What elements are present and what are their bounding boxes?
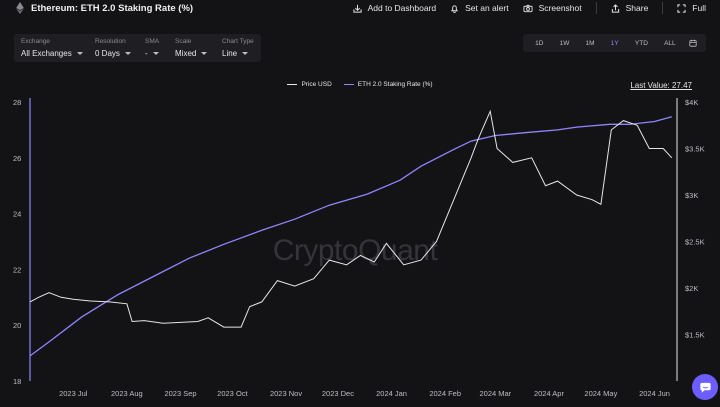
x-tick-label: 2024 Apr (534, 389, 565, 398)
x-tick-label: 2023 Oct (217, 389, 248, 398)
add-to-dashboard-label: Add to Dashboard (367, 3, 437, 13)
y-left-tick-label: 18 (13, 377, 21, 386)
ethereum-icon (16, 2, 24, 14)
share-button[interactable]: Share (611, 3, 649, 13)
chevron-down-icon (201, 52, 208, 55)
screenshot-label: Screenshot (538, 3, 582, 13)
y-right-tick-label: $3K (685, 191, 698, 200)
header-divider (662, 2, 664, 14)
add-to-dashboard-button[interactable]: Add to Dashboard (352, 3, 437, 13)
scale-value: Mixed (175, 49, 197, 58)
exchange-label: Exchange (21, 38, 50, 45)
resolution-label: Resolution (95, 38, 126, 45)
time-range-selector: 1D 1W 1M 1Y YTD ALL (523, 34, 706, 52)
chart-type-value: Line (222, 49, 238, 58)
bell-icon (451, 4, 459, 13)
fullscreen-label: Full (692, 3, 706, 13)
y-left-tick-label: 20 (13, 321, 21, 330)
legend-swatch-price (287, 83, 298, 86)
title-wrap: Ethereum: ETH 2.0 Staking Rate (%) (15, 2, 193, 14)
page-title: Ethereum: ETH 2.0 Staking Rate (%) (31, 2, 194, 14)
screenshot-button[interactable]: Screenshot (523, 3, 582, 13)
y-left-tick-label: 28 (13, 98, 21, 107)
x-tick-label: 2024 May (584, 389, 617, 398)
legend-item-price[interactable]: Price USD (287, 81, 332, 88)
chevron-down-icon (76, 52, 83, 55)
share-label: Share (625, 3, 649, 13)
range-1w-button[interactable]: 1W (557, 38, 573, 49)
x-tick-label: 2024 Jun (639, 389, 670, 398)
y-left-tick-label: 26 (13, 154, 21, 163)
y-left-tick-label: 22 (13, 265, 21, 274)
x-tick-label: 2023 Nov (270, 389, 302, 398)
x-tick-label: 2023 Aug (111, 389, 143, 398)
exchange-select[interactable]: Exchange All Exchanges (14, 34, 88, 62)
sma-select[interactable]: SMA - (138, 34, 168, 62)
y-right-tick-label: $4K (685, 98, 698, 107)
y-right-tick-label: $1.5K (685, 331, 705, 340)
resolution-value: 0 Days (95, 49, 120, 58)
scale-label: Scale (175, 38, 192, 45)
x-tick-label: 2023 Jul (59, 389, 88, 398)
chart-area: CryptoQuant 182022242628$1.5K$2K$2.5K$3K… (13, 98, 705, 398)
help-chat-button[interactable] (692, 374, 718, 400)
header-divider (595, 2, 597, 14)
exchange-value: All Exchanges (21, 49, 72, 58)
y-left-tick-label: 24 (13, 210, 21, 219)
set-alert-label: Set an alert (465, 3, 509, 13)
dashboard-add-icon (352, 4, 362, 13)
range-ytd-button[interactable]: YTD (632, 38, 651, 49)
chart-legend: Price USD ETH 2.0 Staking Rate (%) (0, 81, 720, 88)
fullscreen-icon (677, 3, 686, 13)
scale-select[interactable]: Scale Mixed (168, 34, 215, 62)
y-right-tick-label: $3.5K (685, 145, 705, 154)
chevron-down-icon (152, 52, 159, 55)
x-tick-label: 2024 Feb (429, 389, 461, 398)
set-alert-button[interactable]: Set an alert (450, 3, 509, 13)
fullscreen-button[interactable]: Full (677, 3, 706, 13)
last-value-readout: Last Value: 27.47 (630, 81, 692, 90)
y-right-tick-label: $2.5K (685, 238, 705, 247)
legend-label-price: Price USD (301, 81, 332, 88)
calendar-icon[interactable] (689, 39, 697, 47)
sma-value: - (145, 49, 148, 58)
resolution-select[interactable]: Resolution 0 Days (88, 34, 138, 62)
sma-label: SMA (145, 38, 160, 45)
range-1m-button[interactable]: 1M (583, 38, 598, 49)
x-tick-label: 2024 Mar (480, 389, 512, 398)
chart-type-select[interactable]: Chart Type Line (215, 34, 261, 62)
range-1d-button[interactable]: 1D (532, 38, 546, 49)
legend-item-staking-rate[interactable]: ETH 2.0 Staking Rate (%) (343, 81, 433, 88)
camera-icon (523, 4, 533, 12)
x-tick-label: 2023 Sep (164, 389, 196, 398)
x-tick-label: 2024 Jan (376, 389, 407, 398)
x-tick-label: 2023 Dec (322, 389, 354, 398)
header-bar: Ethereum: ETH 2.0 Staking Rate (%) Add t… (0, 0, 720, 18)
chevron-down-icon (242, 52, 249, 55)
y-right-tick-label: $2K (685, 284, 698, 293)
series-line-price (29, 109, 673, 328)
chat-icon (699, 382, 711, 393)
header-actions: Add to Dashboard Set an alert Screenshot… (339, 2, 706, 14)
legend-swatch-staking-rate (343, 83, 354, 86)
range-1y-button[interactable]: 1Y (608, 38, 622, 49)
legend-label-staking-rate: ETH 2.0 Staking Rate (%) (357, 81, 433, 88)
chevron-down-icon (124, 52, 131, 55)
chart-type-label: Chart Type (222, 38, 254, 45)
chart-controls: Exchange All Exchanges Resolution 0 Days… (14, 34, 261, 62)
share-icon (611, 3, 619, 13)
range-all-button[interactable]: ALL (661, 38, 679, 49)
